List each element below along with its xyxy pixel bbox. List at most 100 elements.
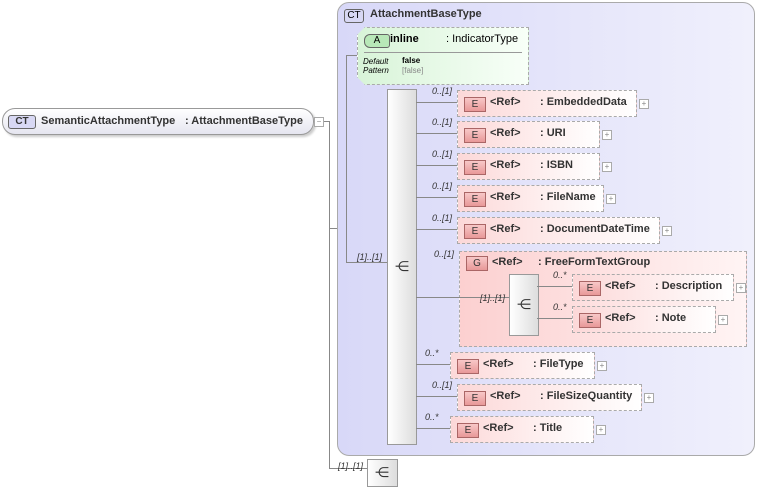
cardinality: 0..* xyxy=(425,412,439,422)
element-box[interactable]: E <Ref> : Note xyxy=(572,306,716,333)
element-icon: E xyxy=(579,281,601,296)
element-box[interactable]: E <Ref> : FileName xyxy=(457,185,604,212)
connector xyxy=(346,55,347,263)
pattern-label: Pattern xyxy=(363,66,389,75)
cardinality: 0..[1] xyxy=(432,181,453,191)
bottom-sequence-compositor[interactable]: ⋲ xyxy=(367,459,398,487)
connector xyxy=(416,229,457,230)
root-type: : AttachmentBaseType xyxy=(185,115,303,127)
sequence-icon: ⋲ xyxy=(375,464,389,480)
connector xyxy=(416,197,457,198)
expand-button[interactable]: + xyxy=(718,315,728,325)
expand-button[interactable]: + xyxy=(662,226,672,236)
element-type: : ISBN xyxy=(540,159,573,171)
element-ref: <Ref> xyxy=(490,159,521,171)
connector xyxy=(416,102,457,103)
connector xyxy=(329,121,330,468)
element-ref: <Ref> xyxy=(483,358,514,370)
expand-button[interactable]: + xyxy=(602,162,612,172)
cardinality: 0..* xyxy=(553,270,567,280)
attribute-inline[interactable]: A inline : IndicatorType Default false P… xyxy=(357,27,529,85)
cardinality: 0..[1] xyxy=(432,213,453,223)
cardinality: 0..[1] xyxy=(432,149,453,159)
default-value: false xyxy=(402,56,421,65)
base-type-name: AttachmentBaseType xyxy=(370,8,482,20)
element-ref: <Ref> xyxy=(490,127,521,139)
connector xyxy=(537,318,572,319)
attribute-type: : IndicatorType xyxy=(446,33,519,45)
element-type: : EmbeddedData xyxy=(540,96,627,108)
cardinality: 0..* xyxy=(553,302,567,312)
attribute-icon: A xyxy=(364,34,390,48)
element-box[interactable]: E <Ref> : FileSizeQuantity xyxy=(457,384,642,411)
expand-button[interactable]: + xyxy=(596,425,606,435)
element-box[interactable]: E <Ref> : EmbeddedData xyxy=(457,90,637,117)
element-icon: E xyxy=(464,391,486,406)
sequence-compositor[interactable]: ⋲ xyxy=(387,89,417,445)
element-type: : DocumentDateTime xyxy=(540,223,650,235)
group-ref: <Ref> xyxy=(492,256,523,268)
element-icon: E xyxy=(457,423,479,438)
element-ref: <Ref> xyxy=(605,280,636,292)
element-ref: <Ref> xyxy=(490,223,521,235)
element-icon: E xyxy=(464,160,486,175)
expand-button[interactable]: + xyxy=(602,130,612,140)
element-box[interactable]: E <Ref> : Description xyxy=(572,274,734,301)
element-type: : FileType xyxy=(533,358,584,370)
default-label: Default xyxy=(363,57,389,66)
divider xyxy=(364,52,522,53)
bottom-sequence-cardinality: [1]..[1] xyxy=(338,461,364,471)
group-sequence-cardinality: [1]..[1] xyxy=(480,293,506,303)
element-ref: <Ref> xyxy=(490,96,521,108)
connector xyxy=(346,262,387,263)
expand-button[interactable]: + xyxy=(606,194,616,204)
element-type: : Title xyxy=(533,422,563,434)
element-type: : Note xyxy=(655,312,687,324)
element-type: : Description xyxy=(655,280,723,292)
connector xyxy=(329,228,337,229)
sequence-cardinality: [1]..[1] xyxy=(357,252,383,262)
expand-button[interactable]: + xyxy=(639,99,649,109)
element-type: : FileName xyxy=(540,191,596,203)
root-complex-type[interactable]: CT SemanticAttachmentType : AttachmentBa… xyxy=(2,108,314,135)
connector xyxy=(346,55,358,56)
element-type: : FileSizeQuantity xyxy=(540,390,633,402)
expand-button[interactable]: + xyxy=(736,283,746,293)
collapse-button[interactable]: − xyxy=(314,117,324,127)
element-icon: E xyxy=(464,97,486,112)
group-type: : FreeFormTextGroup xyxy=(538,256,651,268)
pattern-value: [false] xyxy=(402,66,424,75)
element-icon: E xyxy=(464,224,486,239)
group-sequence-compositor[interactable]: ⋲ xyxy=(509,274,539,336)
element-box[interactable]: E <Ref> : Title xyxy=(450,416,594,443)
expand-button[interactable]: + xyxy=(597,361,607,371)
connector xyxy=(416,396,457,397)
expand-button[interactable]: + xyxy=(644,393,654,403)
group-icon: G xyxy=(466,256,488,271)
cardinality: 0..[1] xyxy=(432,380,453,390)
connector xyxy=(416,428,450,429)
connector xyxy=(537,286,572,287)
element-box[interactable]: E <Ref> : DocumentDateTime xyxy=(457,217,660,244)
element-box[interactable]: E <Ref> : ISBN xyxy=(457,153,600,180)
cardinality: 0..[1] xyxy=(432,117,453,127)
connector xyxy=(416,133,457,134)
element-icon: E xyxy=(579,313,601,328)
complex-type-icon: CT xyxy=(8,115,36,129)
connector xyxy=(416,364,450,365)
element-ref: <Ref> xyxy=(605,312,636,324)
cardinality: 0..[1] xyxy=(432,86,453,96)
connector xyxy=(416,165,457,166)
element-ref: <Ref> xyxy=(483,422,514,434)
element-icon: E xyxy=(464,192,486,207)
element-type: : URI xyxy=(540,127,566,139)
element-box[interactable]: E <Ref> : URI xyxy=(457,121,600,148)
group-cardinality: 0..[1] xyxy=(434,249,455,259)
attribute-name: inline xyxy=(390,33,419,45)
element-box[interactable]: E <Ref> : FileType xyxy=(450,352,595,379)
cardinality: 0..* xyxy=(425,348,439,358)
sequence-icon: ⋲ xyxy=(517,296,531,312)
element-icon: E xyxy=(464,128,486,143)
root-name: SemanticAttachmentType xyxy=(41,115,176,127)
sequence-icon: ⋲ xyxy=(395,258,409,274)
